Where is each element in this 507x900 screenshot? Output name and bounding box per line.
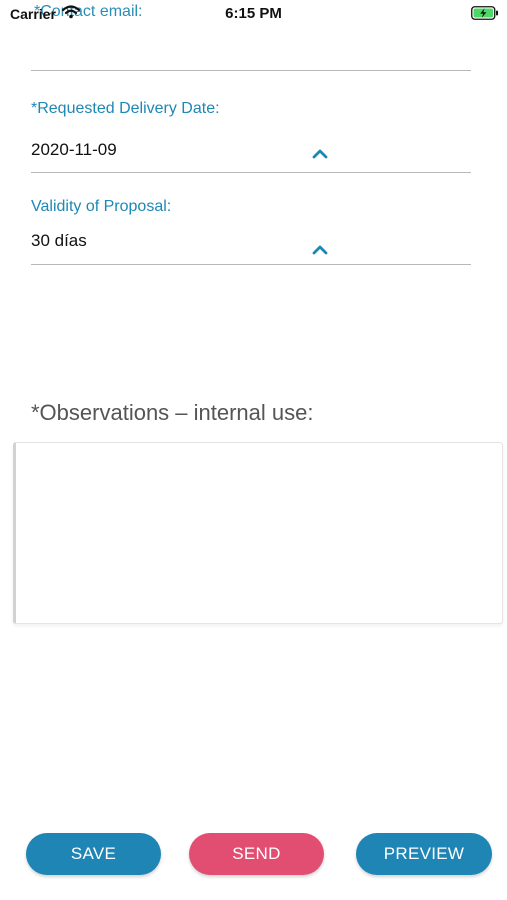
contact-email-field[interactable] bbox=[31, 70, 471, 71]
validity-label: Validity of Proposal: bbox=[31, 198, 172, 215]
send-button[interactable]: SEND bbox=[189, 833, 324, 875]
chevron-up-icon[interactable] bbox=[311, 243, 329, 255]
battery-charging-icon bbox=[471, 6, 498, 20]
observations-label: *Observations – internal use: bbox=[31, 400, 314, 425]
status-time: 6:15 PM bbox=[225, 5, 282, 22]
save-button[interactable]: SAVE bbox=[26, 833, 161, 875]
delivery-date-value[interactable]: 2020-11-09 bbox=[31, 140, 117, 160]
delivery-date-underline bbox=[31, 172, 471, 173]
validity-value[interactable]: 30 días bbox=[31, 231, 87, 251]
chevron-up-icon[interactable] bbox=[311, 147, 329, 159]
preview-button[interactable]: PREVIEW bbox=[356, 833, 492, 875]
observations-textarea[interactable] bbox=[13, 442, 503, 624]
status-bar: *Contact email: Carrier 6:15 PM bbox=[0, 0, 507, 28]
delivery-date-label: *Requested Delivery Date: bbox=[31, 100, 220, 117]
validity-underline bbox=[31, 264, 471, 265]
